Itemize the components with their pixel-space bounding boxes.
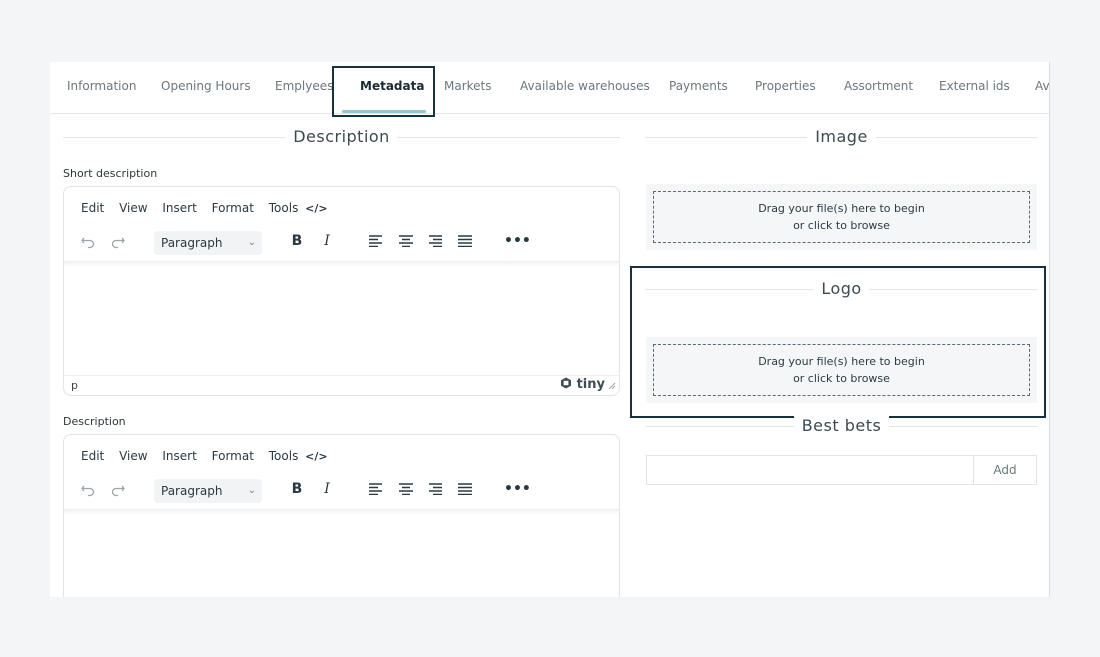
undo-icon[interactable] (78, 227, 98, 255)
more-icon[interactable]: ••• (504, 227, 531, 255)
tab-markets[interactable]: Markets (444, 62, 492, 114)
menu-format[interactable]: Format (212, 449, 254, 463)
align-center-icon[interactable] (396, 475, 416, 503)
block-format-value: Paragraph (161, 484, 223, 498)
store-editor-panel: Information Opening Hours Emplyees Metad… (50, 62, 1050, 597)
image-section-title: Image (646, 125, 1037, 149)
image-dropzone-line2: or click to browse (793, 219, 890, 232)
menu-tools[interactable]: Tools (269, 449, 299, 463)
block-format-select[interactable]: Paragraph ⌄ (154, 231, 262, 255)
menu-tools[interactable]: Tools (269, 201, 299, 215)
tab-payments[interactable]: Payments (669, 62, 728, 114)
editor-toolbar: Paragraph ⌄ B I ••• (64, 475, 619, 509)
menu-edit[interactable]: Edit (81, 449, 104, 463)
tab-bar: Information Opening Hours Emplyees Metad… (50, 62, 1049, 114)
undo-icon[interactable] (78, 475, 98, 503)
italic-icon[interactable]: I (318, 475, 336, 503)
align-right-icon[interactable] (425, 475, 445, 503)
redo-icon[interactable] (108, 475, 128, 503)
menu-insert[interactable]: Insert (162, 449, 196, 463)
code-icon[interactable]: </> (305, 450, 327, 463)
tiny-brand-label: tiny (576, 377, 605, 392)
chevron-down-icon: ⌄ (247, 485, 256, 496)
best-bets-section-title: Best bets (646, 414, 1037, 438)
justify-icon[interactable] (455, 227, 475, 255)
description-editor[interactable]: Edit View Insert Format Tools </> Paragr… (63, 434, 620, 597)
editor-menubar: Edit View Insert Format Tools </> (81, 201, 339, 215)
short-description-content-area[interactable] (64, 261, 619, 375)
editor-toolbar: Paragraph ⌄ B I ••• (64, 227, 619, 261)
bold-icon[interactable]: B (288, 475, 306, 503)
more-icon[interactable]: ••• (504, 475, 531, 503)
resize-handle-icon[interactable] (608, 380, 616, 393)
italic-icon[interactable]: I (318, 227, 336, 255)
menu-format[interactable]: Format (212, 201, 254, 215)
description-label: Description (63, 415, 126, 428)
editor-statusbar: p tiny (64, 375, 619, 395)
justify-icon[interactable] (455, 475, 475, 503)
tab-information[interactable]: Information (67, 62, 136, 114)
best-bets-add-button[interactable]: Add (973, 455, 1037, 485)
element-path[interactable]: p (71, 379, 78, 392)
code-icon[interactable]: </> (305, 202, 327, 215)
block-format-select[interactable]: Paragraph ⌄ (154, 479, 262, 503)
description-content-area[interactable] (64, 509, 619, 597)
tiny-logo-icon[interactable]: tiny (560, 377, 605, 392)
tab-external-ids[interactable]: External ids (939, 62, 1010, 114)
tab-employees[interactable]: Emplyees (275, 62, 333, 114)
short-description-editor[interactable]: Edit View Insert Format Tools </> Paragr… (63, 186, 620, 396)
block-format-value: Paragraph (161, 236, 223, 250)
tab-more-truncated[interactable]: Av (1035, 62, 1049, 114)
active-tab-focus-outline (332, 66, 435, 117)
bold-icon[interactable]: B (288, 227, 306, 255)
menu-view[interactable]: View (119, 449, 147, 463)
tab-opening-hours[interactable]: Opening Hours (161, 62, 251, 114)
editor-menubar: Edit View Insert Format Tools </> (81, 449, 339, 463)
description-section-title: Description (63, 125, 620, 149)
menu-insert[interactable]: Insert (162, 201, 196, 215)
align-right-icon[interactable] (425, 227, 445, 255)
redo-icon[interactable] (108, 227, 128, 255)
best-bets-input[interactable] (646, 455, 974, 485)
align-left-icon[interactable] (366, 475, 386, 503)
tab-available-warehouses[interactable]: Available warehouses (520, 62, 650, 114)
chevron-down-icon: ⌄ (247, 237, 256, 248)
align-center-icon[interactable] (396, 227, 416, 255)
image-dropzone-line1: Drag your file(s) here to begin (758, 202, 925, 215)
image-dropzone[interactable]: Drag your file(s) here to begin or click… (653, 191, 1030, 243)
tab-properties[interactable]: Properties (755, 62, 816, 114)
tab-assortment[interactable]: Assortment (844, 62, 913, 114)
menu-edit[interactable]: Edit (81, 201, 104, 215)
align-left-icon[interactable] (366, 227, 386, 255)
short-description-label: Short description (63, 167, 158, 180)
logo-section-focus-outline (630, 266, 1046, 418)
menu-view[interactable]: View (119, 201, 147, 215)
